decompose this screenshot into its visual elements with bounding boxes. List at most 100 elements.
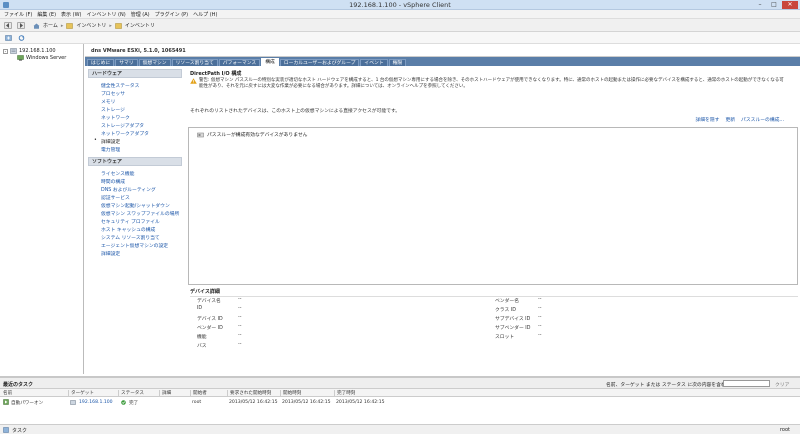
col-status[interactable]: ステータス (118, 390, 144, 396)
link-advanced-settings-selected[interactable]: 詳細設定 (94, 138, 120, 145)
inventory-icon (115, 22, 122, 29)
recent-tasks-title: 最近のタスク (3, 382, 34, 388)
no-devices-text: パススルーが構成有効なデバイスがありません (207, 133, 308, 138)
toolbar (0, 32, 800, 44)
tab-configuration[interactable]: 構成 (261, 58, 279, 66)
detail-value: -- (538, 324, 542, 329)
success-check-icon (121, 400, 126, 405)
tab-summary[interactable]: サマリ (115, 59, 138, 66)
menu-inventory[interactable]: インベントリ (N) (86, 11, 125, 18)
link-agent-vm-settings[interactable]: エージェント仮想マシンの設定 (101, 242, 168, 249)
refresh-icon[interactable] (18, 35, 25, 41)
maximize-button[interactable]: □ (768, 1, 780, 9)
col-initiator[interactable]: 開始者 (190, 390, 207, 396)
breadcrumb-home[interactable]: ホーム (43, 22, 58, 29)
configure-passthrough-link[interactable]: パススルーの構成... (741, 116, 784, 123)
link-time-configuration[interactable]: 時間の構成 (101, 178, 125, 185)
menu-file[interactable]: ファイル (F) (4, 11, 32, 18)
new-vm-icon[interactable] (5, 35, 12, 41)
link-dns-routing[interactable]: DNS およびルーティング (101, 186, 156, 193)
power-on-task-icon (3, 399, 9, 405)
col-completed-time[interactable]: 完了時刻 (334, 390, 355, 396)
hide-details-link[interactable]: 詳細を隠す (695, 116, 719, 123)
detail-value: -- (538, 315, 542, 320)
detail-value: -- (238, 342, 242, 347)
device-list[interactable]: パススルーが構成有効なデバイスがありません (188, 127, 798, 285)
tab-virtual-machines[interactable]: 仮想マシン (138, 59, 171, 66)
link-vm-startup-shutdown[interactable]: 仮想マシン起動/シャットダウン (101, 202, 170, 209)
col-details[interactable]: 詳細 (159, 390, 171, 396)
link-power-management[interactable]: 電力管理 (101, 146, 120, 153)
col-name[interactable]: 名前 (1, 390, 12, 396)
link-security-profile[interactable]: セキュリティ プロファイル (101, 218, 160, 225)
back-button[interactable] (4, 22, 12, 29)
tree-host-label: 192.168.1.100 (19, 48, 56, 54)
tab-getting-started[interactable]: はじめに (87, 59, 115, 66)
close-button[interactable]: ✕ (782, 1, 798, 9)
link-vm-swapfile-location[interactable]: 仮想マシン スワップファイルの場所 (101, 210, 179, 217)
menu-plugins[interactable]: プラグイン (P) (155, 11, 189, 18)
host-title: dns VMware ESXi, 5.1.0, 1065491 (91, 48, 186, 54)
vm-icon (17, 55, 24, 61)
breadcrumb-inventory[interactable]: インベントリ (76, 22, 106, 29)
filter-label: 名前、ターゲット または ステータス に次の内容を含む： (606, 383, 731, 388)
link-storage[interactable]: ストレージ (101, 106, 125, 113)
task-status: 完了 (129, 401, 139, 406)
link-network-adapters[interactable]: ネットワークアダプタ (101, 130, 149, 137)
link-licensed-features[interactable]: ライセンス機能 (101, 170, 134, 177)
detail-label: 機能 (197, 335, 207, 340)
link-authentication-services[interactable]: 認証サービス (101, 194, 130, 201)
device-details-header: デバイス詳細 (190, 288, 798, 297)
inventory-tree: - 192.168.1.100 Windows Server (0, 44, 84, 374)
task-filter-input[interactable] (723, 380, 770, 387)
tab-resource-allocation[interactable]: リソース割り当て (171, 59, 218, 66)
minimize-button[interactable]: – (754, 1, 766, 9)
refresh-link[interactable]: 更新 (725, 116, 735, 123)
col-target[interactable]: ターゲット (68, 390, 94, 396)
link-networking[interactable]: ネットワーク (101, 114, 130, 121)
tab-local-users-groups[interactable]: ローカルユーザーおよびグループ (279, 59, 360, 66)
tab-performance[interactable]: パフォーマンス (218, 59, 261, 66)
navigation-bar: ホーム ▸ インベントリ ▸ インベントリ (0, 19, 800, 32)
tab-bar: はじめに サマリ 仮想マシン リソース割り当て パフォーマンス 構成 ローカルユ… (85, 57, 800, 66)
col-requested-start[interactable]: 要求された開始時刻 (227, 390, 271, 396)
menu-view[interactable]: 表示 (W) (61, 11, 81, 18)
link-storage-adapters[interactable]: ストレージアダプタ (101, 122, 144, 129)
tree-item-host[interactable]: - 192.168.1.100 (3, 48, 56, 54)
collapse-icon[interactable]: - (3, 48, 8, 54)
task-name: 自動パワーオン (11, 401, 44, 406)
link-host-cache-configuration[interactable]: ホスト キャッシュの構成 (101, 226, 155, 233)
menu-edit[interactable]: 編集 (E) (37, 11, 56, 18)
breadcrumb: ホーム ▸ インベントリ ▸ インベントリ (33, 22, 155, 29)
detail-label: デバイス ID (197, 317, 223, 322)
warning-icon (190, 78, 197, 84)
link-advanced-settings-software[interactable]: 詳細設定 (101, 250, 120, 257)
task-target[interactable]: 192.168.1.100 (79, 400, 113, 405)
detail-value: -- (238, 306, 242, 311)
warning-message: 警告: 仮想マシン パススルーの特別な実装が適切なホスト ハードウェアを構成する… (190, 78, 788, 89)
title-bar: 192.168.1.100 - vSphere Client – □ ✕ (0, 0, 800, 10)
tab-events[interactable]: イベント (360, 59, 388, 66)
link-system-resource-allocation[interactable]: システム リソース割り当て (101, 234, 160, 241)
detail-label: ベンダー ID (197, 326, 223, 331)
tree-vm-label: Windows Server (26, 55, 67, 61)
recent-tasks-panel: 最近のタスク 名前、ターゲット または ステータス に次の内容を含む： クリア … (0, 378, 800, 424)
forward-button[interactable] (17, 22, 25, 29)
tab-permissions[interactable]: 権限 (388, 59, 407, 66)
status-tasks-button[interactable]: タスク (12, 427, 27, 434)
clear-filter-button[interactable]: クリア (775, 381, 789, 388)
menu-admin[interactable]: 管理 (A) (131, 11, 150, 18)
menu-help[interactable]: ヘルプ (H) (193, 11, 217, 18)
col-start-time[interactable]: 開始時刻 (280, 390, 301, 396)
tree-item-vm[interactable]: Windows Server (17, 55, 66, 61)
action-links: 詳細を隠す 更新 パススルーの構成... (695, 116, 784, 123)
link-health-status[interactable]: 健全性ステータス (101, 82, 139, 89)
hardware-section-header: ハードウェア (88, 69, 182, 78)
host-icon (10, 48, 17, 54)
link-memory[interactable]: メモリ (101, 98, 115, 105)
detail-value: -- (538, 297, 542, 302)
breadcrumb-inventory-current[interactable]: インベントリ (125, 22, 155, 29)
recent-tasks-header: 最近のタスク 名前、ターゲット または ステータス に次の内容を含む： クリア (0, 378, 800, 389)
link-processors[interactable]: プロセッサ (101, 90, 125, 97)
task-completed-time: 2013/05/12 16:42:15 (336, 400, 385, 405)
